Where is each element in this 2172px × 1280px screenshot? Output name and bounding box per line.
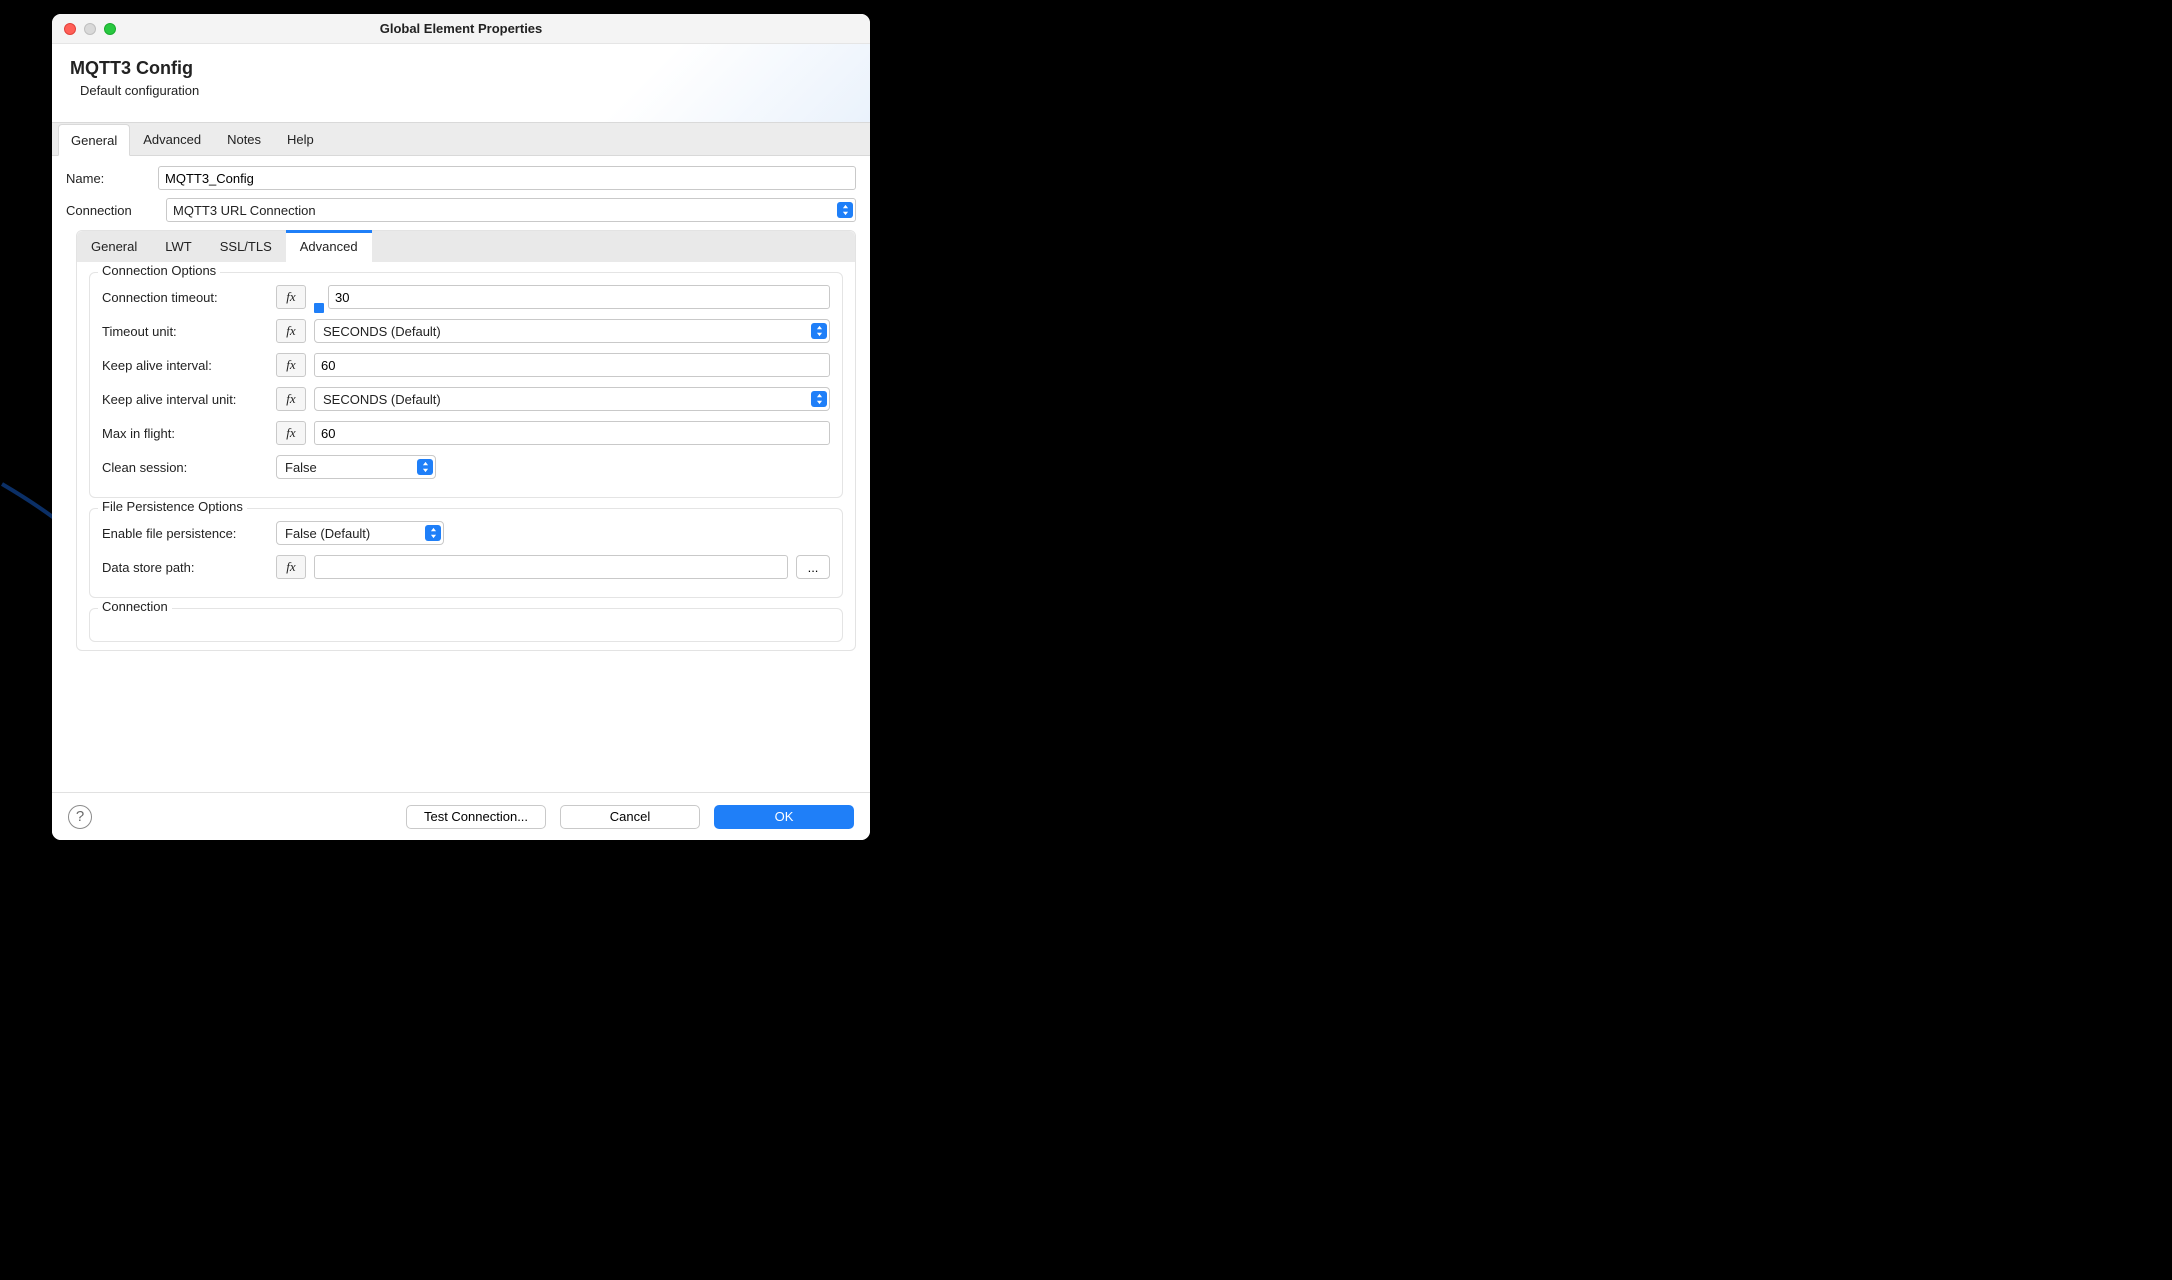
help-button[interactable]: ? <box>68 805 92 829</box>
clean-session-select[interactable]: False <box>276 455 436 479</box>
enable-file-persistence-select[interactable]: False (Default) <box>276 521 444 545</box>
data-store-path-input[interactable] <box>314 555 788 579</box>
connection-options-fieldset: Connection Options Connection timeout: f… <box>89 272 843 498</box>
titlebar: Global Element Properties <box>52 14 870 44</box>
chevron-updown-icon <box>811 391 827 407</box>
clean-session-label: Clean session: <box>102 460 276 475</box>
enable-file-persistence-label: Enable file persistence: <box>102 526 276 541</box>
keep-alive-interval-unit-select[interactable]: SECONDS (Default) <box>314 387 830 411</box>
ok-button[interactable]: OK <box>714 805 854 829</box>
keep-alive-interval-unit-label: Keep alive interval unit: <box>102 392 276 407</box>
sub-tabs: General LWT SSL/TLS Advanced <box>77 231 855 262</box>
timeout-unit-value: SECONDS (Default) <box>323 324 441 339</box>
expression-indicator-icon <box>314 303 324 313</box>
connection-timeout-input[interactable] <box>328 285 830 309</box>
chevron-updown-icon <box>417 459 433 475</box>
dialog-header: MQTT3 Config Default configuration <box>52 44 870 122</box>
minimize-icon[interactable] <box>84 23 96 35</box>
dialog-footer: ? Test Connection... Cancel OK <box>52 792 870 840</box>
connection-label: Connection <box>66 203 166 218</box>
clean-session-value: False <box>285 460 317 475</box>
fx-button[interactable]: fx <box>276 555 306 579</box>
dialog-window: Global Element Properties MQTT3 Config D… <box>52 14 870 840</box>
fx-button[interactable]: fx <box>276 387 306 411</box>
name-input[interactable] <box>158 166 856 190</box>
sub-tab-lwt[interactable]: LWT <box>151 231 205 262</box>
max-in-flight-label: Max in flight: <box>102 426 276 441</box>
tab-advanced[interactable]: Advanced <box>130 123 214 155</box>
connection-fieldset-legend: Connection <box>98 599 172 614</box>
question-icon: ? <box>76 808 84 825</box>
tab-general[interactable]: General <box>58 124 130 156</box>
sub-tab-advanced[interactable]: Advanced <box>286 231 372 262</box>
chevron-updown-icon <box>811 323 827 339</box>
connection-timeout-label: Connection timeout: <box>102 290 276 305</box>
config-title: MQTT3 Config <box>70 58 852 79</box>
timeout-unit-select[interactable]: SECONDS (Default) <box>314 319 830 343</box>
fx-button[interactable]: fx <box>276 353 306 377</box>
sub-tab-ssltls[interactable]: SSL/TLS <box>206 231 286 262</box>
browse-button[interactable]: ... <box>796 555 830 579</box>
close-icon[interactable] <box>64 23 76 35</box>
sub-tab-general[interactable]: General <box>77 231 151 262</box>
tab-notes[interactable]: Notes <box>214 123 274 155</box>
test-connection-button[interactable]: Test Connection... <box>406 805 546 829</box>
window-title: Global Element Properties <box>52 21 870 36</box>
config-subtitle: Default configuration <box>70 79 852 98</box>
panel-general: Name: Connection MQTT3 URL Connection Ge… <box>52 155 870 783</box>
file-persistence-legend: File Persistence Options <box>98 499 247 514</box>
fx-button[interactable]: fx <box>276 319 306 343</box>
keep-alive-interval-label: Keep alive interval: <box>102 358 276 373</box>
data-store-path-label: Data store path: <box>102 560 276 575</box>
connection-fieldset: Connection <box>89 608 843 642</box>
maximize-icon[interactable] <box>104 23 116 35</box>
name-label: Name: <box>66 171 158 186</box>
tab-help[interactable]: Help <box>274 123 327 155</box>
top-tabs: General Advanced Notes Help <box>52 122 870 155</box>
chevron-updown-icon <box>425 525 441 541</box>
connection-options-legend: Connection Options <box>98 263 220 278</box>
connection-select[interactable]: MQTT3 URL Connection <box>166 198 856 222</box>
chevron-updown-icon <box>837 202 853 218</box>
keep-alive-interval-input[interactable] <box>314 353 830 377</box>
fx-button[interactable]: fx <box>276 421 306 445</box>
connection-select-value: MQTT3 URL Connection <box>173 203 316 218</box>
file-persistence-fieldset: File Persistence Options Enable file per… <box>89 508 843 598</box>
timeout-unit-label: Timeout unit: <box>102 324 276 339</box>
cancel-button[interactable]: Cancel <box>560 805 700 829</box>
max-in-flight-input[interactable] <box>314 421 830 445</box>
fx-button[interactable]: fx <box>276 285 306 309</box>
connection-sub-panel: General LWT SSL/TLS Advanced Connection … <box>76 230 856 651</box>
keep-alive-interval-unit-value: SECONDS (Default) <box>323 392 441 407</box>
enable-file-persistence-value: False (Default) <box>285 526 370 541</box>
window-controls <box>52 23 116 35</box>
